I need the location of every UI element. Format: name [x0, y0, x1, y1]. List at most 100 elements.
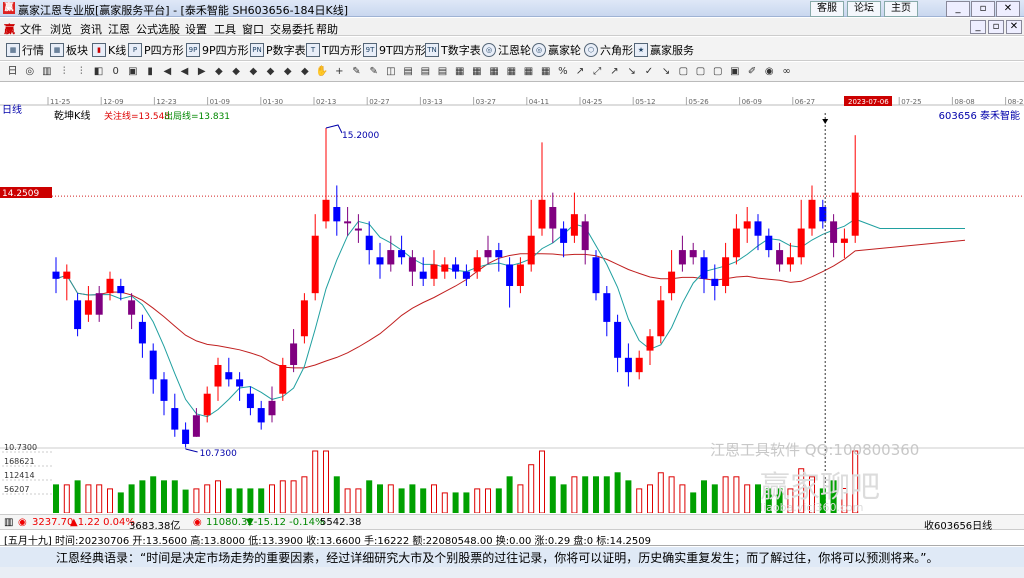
draw-tool-icon[interactable]: ↗: [608, 65, 621, 78]
candle-body: [538, 199, 546, 229]
draw-tool-icon[interactable]: ✋: [316, 65, 329, 78]
app-menu-icon[interactable]: 赢: [4, 21, 15, 37]
draw-tool-icon[interactable]: ▦: [453, 65, 466, 78]
menu-window[interactable]: 窗口: [242, 21, 264, 37]
close-icon[interactable]: ✕: [996, 1, 1020, 17]
sh-index-icon[interactable]: ▥: [4, 517, 13, 528]
tool-9t-square[interactable]: 9T 9T四方形: [363, 42, 426, 58]
tool-gann-wheel[interactable]: ◎ 江恩轮: [482, 42, 531, 58]
draw-tool-icon[interactable]: ▤: [436, 65, 449, 78]
exit-line-label: 出局线=13.831: [164, 110, 230, 122]
tool-p-square[interactable]: P P四方形: [128, 42, 184, 58]
draw-tool-icon[interactable]: ◧: [92, 65, 105, 78]
draw-tool-icon[interactable]: ↗: [574, 65, 587, 78]
draw-tool-icon[interactable]: ▢: [677, 65, 690, 78]
tool-9p-square[interactable]: 9P 9P四方形: [186, 42, 249, 58]
candle-icon: ▮: [92, 43, 106, 57]
draw-tool-icon[interactable]: ◀: [178, 65, 191, 78]
draw-tool-icon[interactable]: ✓: [642, 65, 655, 78]
menu-settings[interactable]: 设置: [185, 21, 207, 37]
home-link[interactable]: 主页: [884, 1, 918, 17]
volume-bar: [441, 492, 448, 513]
tool-sectors[interactable]: ▦ 板块: [50, 42, 88, 58]
draw-tool-icon[interactable]: ✎: [367, 65, 380, 78]
draw-tool-icon[interactable]: ◆: [212, 65, 225, 78]
draw-tool-icon[interactable]: ✎: [350, 65, 363, 78]
draw-tool-icon[interactable]: ▦: [470, 65, 483, 78]
draw-tool-icon[interactable]: ◆: [264, 65, 277, 78]
volume-bar: [215, 480, 221, 513]
draw-tool-icon[interactable]: ◆: [247, 65, 260, 78]
tool-quotes[interactable]: ▦ 行情: [6, 42, 44, 58]
tn-icon: TN: [425, 43, 439, 57]
draw-tool-icon[interactable]: ⫶: [75, 65, 88, 78]
candle-body: [581, 221, 589, 251]
draw-tool-icon[interactable]: ◀: [161, 65, 174, 78]
draw-tool-icon[interactable]: ◆: [298, 65, 311, 78]
maximize-icon[interactable]: ▫: [971, 1, 995, 17]
forum-link[interactable]: 论坛: [847, 1, 881, 17]
draw-tool-icon[interactable]: ◎: [23, 65, 36, 78]
candle-body: [840, 238, 848, 243]
tool-hexagon[interactable]: ⬡ 六角形: [584, 42, 633, 58]
draw-tool-icon[interactable]: ▤: [419, 65, 432, 78]
service-link[interactable]: 客服: [810, 1, 844, 17]
mdi-close-icon[interactable]: ✕: [1006, 20, 1022, 34]
tool-kline[interactable]: ▮ K线: [92, 42, 126, 58]
draw-tool-icon[interactable]: 日: [6, 65, 19, 78]
candle-body: [506, 264, 514, 286]
draw-tool-icon[interactable]: ◉: [763, 65, 776, 78]
volume-bar: [139, 480, 146, 513]
draw-tool-icon[interactable]: ▤: [402, 65, 415, 78]
mdi-restore-icon[interactable]: ▫: [988, 20, 1004, 34]
menu-gann[interactable]: 江恩: [108, 21, 130, 37]
kline-chart[interactable]: 11-25 12-09 12-23 01-09 01-30 02-13 02-27 03-13…: [0, 83, 1024, 513]
draw-tool-icon[interactable]: ↘: [660, 65, 673, 78]
draw-tool-icon[interactable]: ◆: [230, 65, 243, 78]
date-label: 08-22: [1008, 98, 1024, 106]
menu-formula[interactable]: 公式选股: [136, 21, 180, 37]
draw-tool-icon[interactable]: 0: [109, 65, 122, 78]
draw-tool-icon[interactable]: ▢: [711, 65, 724, 78]
draw-tool-icon[interactable]: ▣: [728, 65, 741, 78]
draw-tool-icon[interactable]: ▶: [195, 65, 208, 78]
menu-trade[interactable]: 交易委托: [270, 21, 314, 37]
draw-tool-icon[interactable]: ▦: [505, 65, 518, 78]
draw-tool-icon[interactable]: %: [556, 65, 569, 78]
candle-body: [225, 372, 233, 380]
draw-tool-icon[interactable]: +: [333, 65, 346, 78]
draw-tool-icon[interactable]: ▦: [522, 65, 535, 78]
tool-winner-wheel[interactable]: ◎ 赢家轮: [532, 42, 581, 58]
tool-t-table[interactable]: TN T数字表: [425, 42, 481, 58]
draw-tool-icon[interactable]: ▢: [694, 65, 707, 78]
draw-tool-icon[interactable]: ⤢: [591, 65, 604, 78]
candle-body: [333, 206, 341, 222]
mdi-minimize-icon[interactable]: _: [970, 20, 986, 34]
menu-help[interactable]: 帮助: [316, 21, 338, 37]
menu-browse[interactable]: 浏览: [50, 21, 72, 37]
sh-change: ▲1.22 0.04%: [70, 517, 135, 528]
draw-tool-icon[interactable]: ∞: [780, 65, 793, 78]
volume-bar: [150, 476, 157, 513]
tool-service[interactable]: ★ 赢家服务: [634, 42, 694, 58]
minimize-icon[interactable]: _: [946, 1, 970, 17]
draw-tool-icon[interactable]: ▥: [40, 65, 53, 78]
draw-tool-icon[interactable]: ▦: [488, 65, 501, 78]
menu-info[interactable]: 资讯: [80, 21, 102, 37]
draw-tool-icon[interactable]: ⫶: [58, 65, 71, 78]
menu-file[interactable]: 文件: [20, 21, 42, 37]
candle-body: [149, 350, 157, 380]
menu-tools[interactable]: 工具: [214, 21, 236, 37]
draw-tool-icon[interactable]: ▦: [539, 65, 552, 78]
draw-tool-icon[interactable]: ◫: [384, 65, 397, 78]
candle-body: [128, 300, 136, 315]
volume-bar: [679, 484, 686, 513]
draw-tool-icon[interactable]: ✐: [746, 65, 759, 78]
tool-t-square[interactable]: T T四方形: [306, 42, 362, 58]
draw-tool-icon[interactable]: ◆: [281, 65, 294, 78]
draw-tool-icon[interactable]: ▣: [126, 65, 139, 78]
tool-p-table[interactable]: PN P数字表: [250, 42, 306, 58]
draw-tool-icon[interactable]: ▮: [144, 65, 157, 78]
candle-body: [52, 271, 60, 279]
draw-tool-icon[interactable]: ↘: [625, 65, 638, 78]
